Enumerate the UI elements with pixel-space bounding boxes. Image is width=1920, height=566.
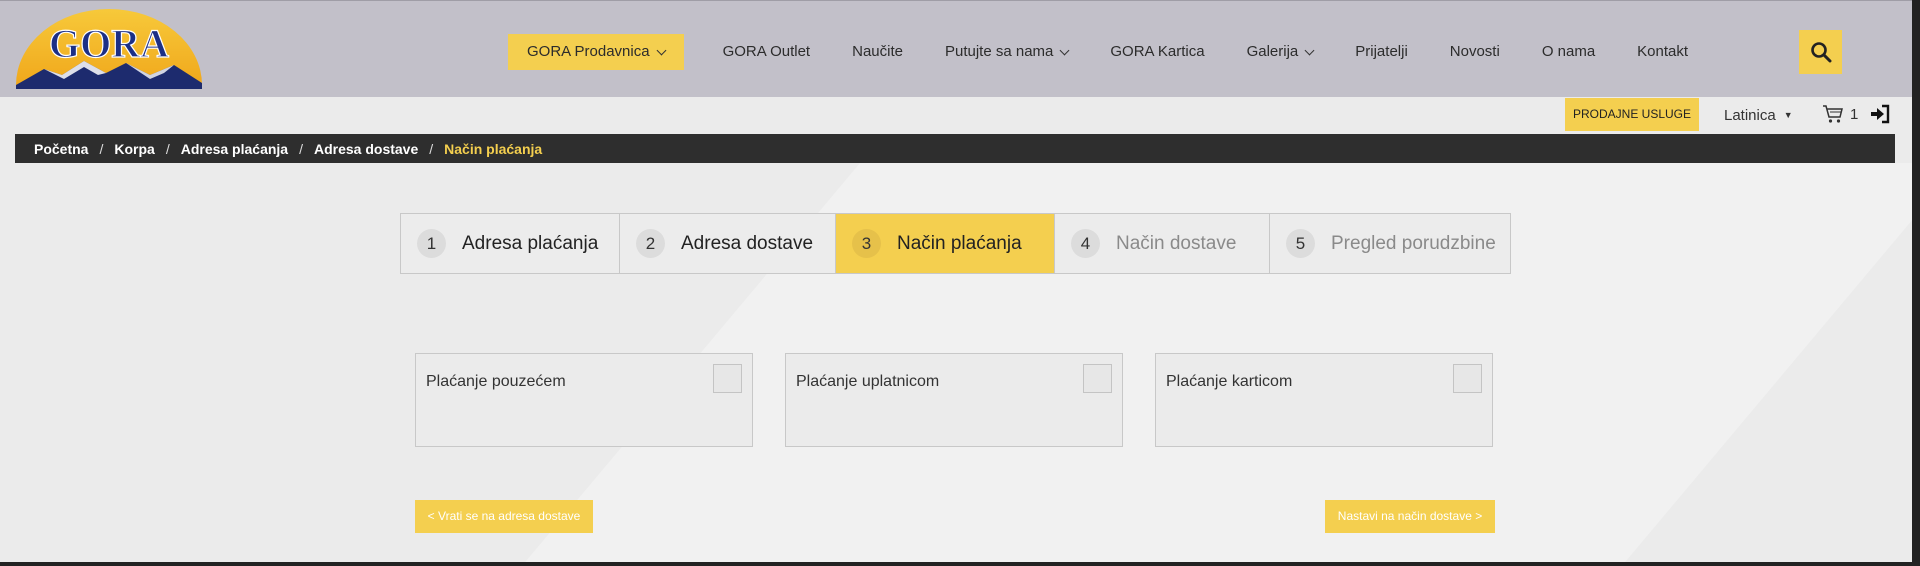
breadcrumb-home[interactable]: Početna	[34, 141, 88, 157]
step-number: 1	[417, 229, 446, 258]
chevron-down-icon	[656, 45, 667, 55]
gora-logo[interactable]: GORA	[14, 5, 204, 91]
payment-option-card[interactable]: Plaćanje karticom	[1155, 353, 1493, 447]
nav-label: Galerija	[1246, 43, 1299, 60]
nav-label: Novosti	[1449, 43, 1500, 60]
nav-label: GORA Prodavnica	[527, 43, 650, 60]
step-shipping-address[interactable]: 2 Adresa dostave	[620, 214, 836, 273]
nav-putujte-sa-nama[interactable]: Putujte sa nama	[924, 34, 1089, 70]
checkout-steps: 1 Adresa plaćanja 2 Adresa dostave 3 Nač…	[400, 213, 1511, 274]
back-to-shipping-address-button[interactable]: < Vrati se na adresa dostave	[415, 500, 593, 533]
nav-o-nama[interactable]: O nama	[1521, 34, 1616, 70]
login-icon	[1871, 104, 1890, 124]
payment-option-checkbox[interactable]	[713, 364, 742, 393]
login-button[interactable]	[1869, 104, 1891, 129]
chevron-down-icon	[1059, 45, 1070, 55]
top-navigation: GORA GORA Prodavnica GORA Outlet Naučite…	[0, 0, 1912, 97]
nav-gora-prodavnica[interactable]: GORA Prodavnica	[508, 34, 684, 70]
nav-novosti[interactable]: Novosti	[1429, 34, 1521, 70]
step-label: Adresa plaćanja	[462, 232, 599, 254]
continue-to-delivery-method-button[interactable]: Nastavi na način dostave >	[1325, 500, 1495, 533]
payment-option-bank-transfer[interactable]: Plaćanje uplatnicom	[785, 353, 1123, 447]
page: GORA GORA Prodavnica GORA Outlet Naučite…	[0, 0, 1912, 562]
nav-gora-kartica[interactable]: GORA Kartica	[1089, 34, 1225, 70]
breadcrumb-cart[interactable]: Korpa	[114, 141, 154, 157]
nav-label: GORA Kartica	[1110, 43, 1205, 60]
step-number: 2	[636, 229, 665, 258]
breadcrumb-separator: /	[99, 140, 104, 157]
payment-option-cash-on-delivery[interactable]: Plaćanje pouzećem	[415, 353, 753, 447]
breadcrumb-current: Način plaćanja	[444, 140, 543, 157]
step-label: Adresa dostave	[681, 232, 814, 254]
step-number: 3	[852, 229, 881, 258]
payment-option-label: Plaćanje uplatnicom	[796, 373, 940, 390]
nav-kontakt[interactable]: Kontakt	[1616, 34, 1709, 70]
nav-galerija[interactable]: Galerija	[1226, 34, 1335, 70]
payment-option-checkbox[interactable]	[1453, 364, 1482, 393]
payment-option-label: Plaćanje karticom	[1166, 373, 1293, 390]
step-payment-method[interactable]: 3 Način plaćanja	[836, 214, 1055, 273]
step-order-review[interactable]: 5 Pregled porudzbine	[1270, 214, 1510, 273]
nav-label: O nama	[1541, 43, 1596, 60]
breadcrumb-shipping-address[interactable]: Adresa dostave	[314, 141, 418, 157]
breadcrumb-separator: /	[429, 140, 434, 157]
payment-option-label: Plaćanje pouzećem	[426, 373, 566, 390]
caret-down-icon: ▼	[1783, 110, 1793, 120]
payment-option-checkbox[interactable]	[1083, 364, 1112, 393]
step-delivery-method[interactable]: 4 Način dostave	[1055, 214, 1270, 273]
breadcrumb-separator: /	[299, 140, 303, 157]
step-label: Pregled porudzbine	[1331, 232, 1496, 254]
search-button[interactable]	[1799, 30, 1842, 74]
cart-count: 1	[1850, 105, 1859, 123]
step-label: Način plaćanja	[897, 232, 1022, 254]
utility-bar: PRODAJNE USLUGE Latinica ▼ 1	[0, 96, 1912, 134]
search-icon	[1810, 42, 1831, 63]
nav-label: Putujte sa nama	[944, 43, 1054, 60]
language-select[interactable]: Latinica ▼	[1724, 107, 1793, 124]
cart-button[interactable]: 1	[1822, 104, 1858, 124]
nav-prijatelji[interactable]: Prijatelji	[1334, 34, 1429, 70]
step-label: Način dostave	[1116, 232, 1237, 254]
sales-services-button[interactable]: PRODAJNE USLUGE	[1565, 98, 1699, 131]
main-menu: GORA Prodavnica GORA Outlet Naučite Putu…	[508, 34, 1709, 70]
nav-gora-outlet[interactable]: GORA Outlet	[702, 34, 832, 70]
nav-label: Prijatelji	[1355, 43, 1408, 60]
breadcrumb: Početna / Korpa / Adresa plaćanja / Adre…	[15, 134, 1895, 163]
nav-label: GORA Outlet	[722, 43, 811, 60]
logo-text: GORA	[49, 21, 169, 66]
language-value: Latinica	[1724, 107, 1776, 124]
breadcrumb-separator: /	[165, 140, 170, 157]
nav-naucite[interactable]: Naučite	[831, 34, 924, 70]
step-number: 5	[1286, 229, 1315, 258]
cart-icon	[1823, 105, 1843, 123]
chevron-down-icon	[1304, 45, 1315, 55]
step-number: 4	[1071, 229, 1100, 258]
nav-label: Naučite	[852, 43, 903, 60]
nav-label: Kontakt	[1637, 43, 1689, 60]
step-billing-address[interactable]: 1 Adresa plaćanja	[401, 214, 620, 273]
breadcrumb-billing-address[interactable]: Adresa plaćanja	[181, 141, 288, 157]
